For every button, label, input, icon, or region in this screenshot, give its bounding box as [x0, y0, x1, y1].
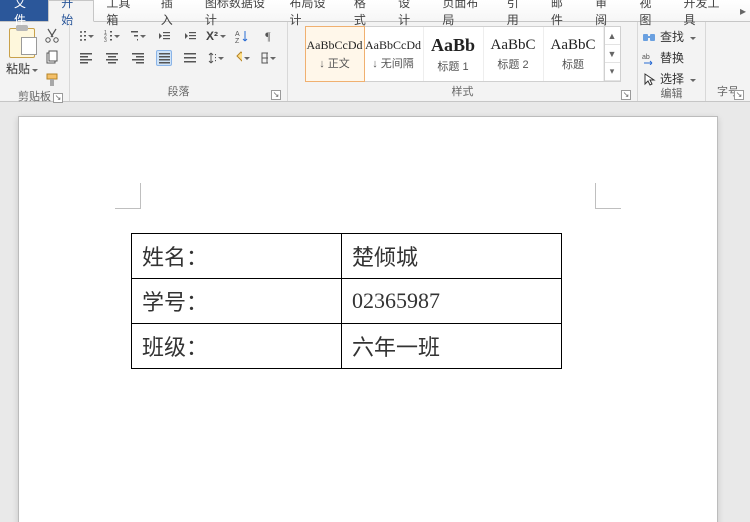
tab-review[interactable]: 审阅: [583, 0, 627, 21]
paste-label: 粘贴: [6, 60, 38, 77]
tab-pagelayout[interactable]: 页面布局: [430, 0, 494, 21]
group-label-clipboard: 剪贴板 ↘: [4, 90, 65, 104]
group-label-paragraph: 段落 ↘: [74, 85, 283, 101]
tab-icondata[interactable]: 图标数据设计: [193, 0, 278, 21]
group-clipboard: 粘贴 剪贴板 ↘: [0, 22, 70, 101]
styles-gallery: AaBbCcDd ↓ 正文 AaBbCcDd ↓ 无间隔 AaBb 标题 1 A…: [305, 26, 621, 82]
tab-references[interactable]: 引用: [495, 0, 539, 21]
style-heading2[interactable]: AaBbC 标题 2: [484, 27, 544, 81]
align-left-icon[interactable]: [78, 50, 94, 66]
svg-text:A: A: [235, 31, 240, 38]
clipboard-icon: [9, 28, 35, 58]
group-edit: 查找 ab 替换 选择 编辑: [638, 22, 706, 101]
ribbon: 粘贴 剪贴板 ↘: [0, 22, 750, 102]
cell-class-key[interactable]: 班级：: [132, 324, 342, 369]
find-button[interactable]: 查找: [642, 28, 696, 45]
svg-text:Z: Z: [235, 38, 240, 43]
group-styles: AaBbCcDd ↓ 正文 AaBbCcDd ↓ 无间隔 AaBb 标题 1 A…: [288, 22, 638, 101]
asian-layout-icon[interactable]: X²: [208, 28, 224, 44]
margin-mark-tr: [595, 183, 621, 209]
cell-id-val[interactable]: 02365987: [342, 279, 562, 324]
align-center-icon[interactable]: [104, 50, 120, 66]
distributed-icon[interactable]: [182, 50, 198, 66]
tab-overflow-icon[interactable]: ▸: [736, 0, 750, 21]
tab-home[interactable]: 开始: [48, 0, 94, 22]
svg-text:3: 3: [104, 38, 107, 43]
styles-gallery-scroll: ▲ ▼ ▾: [604, 27, 620, 81]
tab-toolbox[interactable]: 工具箱: [94, 0, 148, 21]
copy-icon[interactable]: [44, 50, 60, 66]
group-label-edit: 编辑: [642, 87, 701, 101]
document-table[interactable]: 姓名： 楚倾城 学号： 02365987 班级： 六年一班: [131, 233, 562, 369]
style-body[interactable]: AaBbCcDd ↓ 正文: [305, 26, 365, 82]
style-heading1[interactable]: AaBb 标题 1: [424, 27, 484, 81]
fontsize-launcher-icon[interactable]: ↘: [734, 90, 744, 100]
group-label-styles: 样式 ↘: [292, 85, 633, 101]
paste-button[interactable]: 粘贴: [4, 24, 40, 77]
table-row[interactable]: 姓名： 楚倾城: [132, 234, 562, 279]
format-painter-icon[interactable]: [44, 72, 60, 88]
gallery-up-icon[interactable]: ▲: [605, 27, 620, 45]
paragraph-launcher-icon[interactable]: ↘: [271, 90, 281, 100]
table-row[interactable]: 班级： 六年一班: [132, 324, 562, 369]
sort-icon[interactable]: AZ: [234, 28, 250, 44]
ribbon-tabs: 文件 开始 工具箱 插入 图标数据设计 布局设计 格式 设计 页面布局 引用 邮…: [0, 0, 750, 22]
numbering-icon[interactable]: 123: [104, 28, 120, 44]
tab-developer[interactable]: 开发工具: [672, 0, 736, 21]
table-row[interactable]: 学号： 02365987: [132, 279, 562, 324]
line-spacing-icon[interactable]: [208, 50, 224, 66]
document-canvas[interactable]: 姓名： 楚倾城 学号： 02365987 班级： 六年一班: [0, 102, 750, 522]
align-justify-icon[interactable]: [156, 50, 172, 66]
multilevel-list-icon[interactable]: [130, 28, 146, 44]
cell-name-val[interactable]: 楚倾城: [342, 234, 562, 279]
svg-text:ab: ab: [642, 54, 650, 61]
replace-button[interactable]: ab 替换: [642, 49, 684, 66]
replace-icon: ab: [642, 51, 656, 65]
decrease-indent-icon[interactable]: [156, 28, 172, 44]
tab-file[interactable]: 文件: [0, 0, 48, 21]
tab-mailings[interactable]: 邮件: [539, 0, 583, 21]
group-label-fontsize: 字号 ↘: [710, 85, 746, 101]
tab-layoutdesign[interactable]: 布局设计: [278, 0, 342, 21]
group-fontsize: 字号 ↘: [706, 22, 750, 101]
gallery-down-icon[interactable]: ▼: [605, 45, 620, 63]
tab-design[interactable]: 设计: [386, 0, 430, 21]
tab-format[interactable]: 格式: [342, 0, 386, 21]
page[interactable]: 姓名： 楚倾城 学号： 02365987 班级： 六年一班: [18, 116, 718, 522]
clipboard-launcher-icon[interactable]: ↘: [53, 93, 63, 103]
cursor-icon: [642, 72, 656, 86]
align-right-icon[interactable]: [130, 50, 146, 66]
styles-launcher-icon[interactable]: ↘: [621, 90, 631, 100]
style-nospacing[interactable]: AaBbCcDd ↓ 无间隔: [364, 27, 424, 81]
binoculars-icon: [642, 30, 656, 44]
group-paragraph: 123 X² AZ ¶: [70, 22, 288, 101]
style-title[interactable]: AaBbC 标题: [544, 27, 604, 81]
cell-id-key[interactable]: 学号：: [132, 279, 342, 324]
cell-class-val[interactable]: 六年一班: [342, 324, 562, 369]
margin-mark-tl: [115, 183, 141, 209]
gallery-more-icon[interactable]: ▾: [605, 63, 620, 81]
tab-insert[interactable]: 插入: [149, 0, 193, 21]
select-button[interactable]: 选择: [642, 70, 696, 87]
borders-icon[interactable]: [260, 50, 276, 66]
shading-icon[interactable]: [234, 50, 250, 66]
cell-name-key[interactable]: 姓名：: [132, 234, 342, 279]
tab-view[interactable]: 视图: [627, 0, 671, 21]
bullets-icon[interactable]: [78, 28, 94, 44]
cut-icon[interactable]: [44, 28, 60, 44]
increase-indent-icon[interactable]: [182, 28, 198, 44]
show-marks-icon[interactable]: ¶: [260, 28, 276, 44]
